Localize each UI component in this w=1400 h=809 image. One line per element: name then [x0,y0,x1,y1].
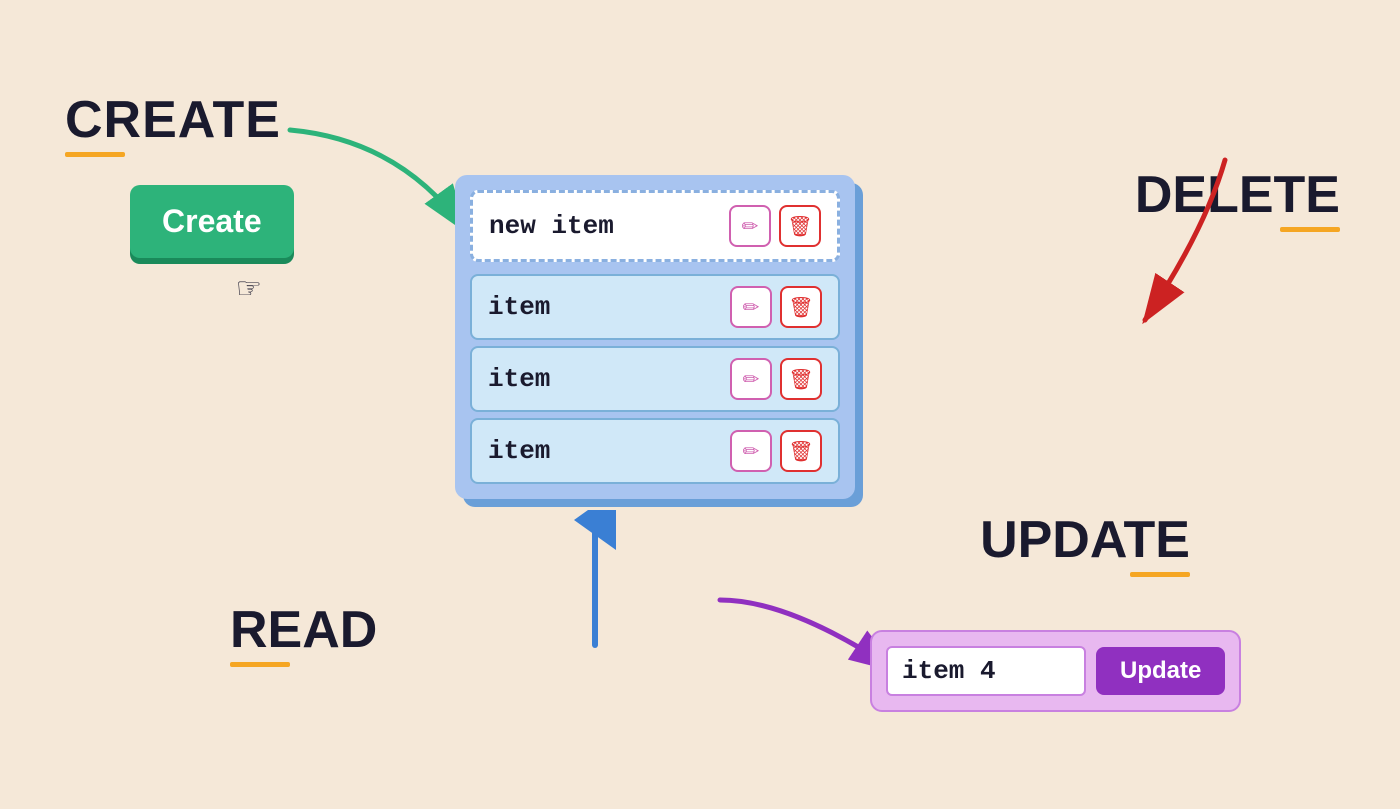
new-item-delete-button[interactable]: 🗑 [779,205,821,247]
read-underline [230,662,290,667]
create-button[interactable]: Create [130,185,294,258]
item-2-delete-button[interactable]: 🗑 [780,358,822,400]
new-item-edit-button[interactable]: ✏ [729,205,771,247]
list-item: item ✏ 🗑 [470,418,840,484]
cursor-icon: ☞ [238,268,260,311]
read-label: READ [230,600,377,660]
update-form: Update [870,630,1241,712]
delete-underline [1280,227,1340,232]
update-underline [1130,572,1190,577]
item-2-edit-button[interactable]: ✏ [730,358,772,400]
item-text-3: item [488,436,722,466]
list-container: new item ✏ 🗑 item ✏ 🗑 item ✏ 🗑 item ✏ 🗑 [455,175,855,499]
delete-arrow [1025,150,1255,350]
list-item: item ✏ 🗑 [470,346,840,412]
item-3-delete-button[interactable]: 🗑 [780,430,822,472]
read-arrow [555,510,635,650]
update-input[interactable] [886,646,1086,696]
list-item: item ✏ 🗑 [470,274,840,340]
item-text-2: item [488,364,722,394]
item-3-edit-button[interactable]: ✏ [730,430,772,472]
new-item-text: new item [489,211,721,241]
item-1-edit-button[interactable]: ✏ [730,286,772,328]
create-underline [65,152,125,157]
update-button[interactable]: Update [1096,647,1225,695]
item-text-1: item [488,292,722,322]
new-item-row: new item ✏ 🗑 [470,190,840,262]
create-label: CREATE [65,90,281,150]
update-label: UPDATE [980,510,1190,570]
item-1-delete-button[interactable]: 🗑 [780,286,822,328]
